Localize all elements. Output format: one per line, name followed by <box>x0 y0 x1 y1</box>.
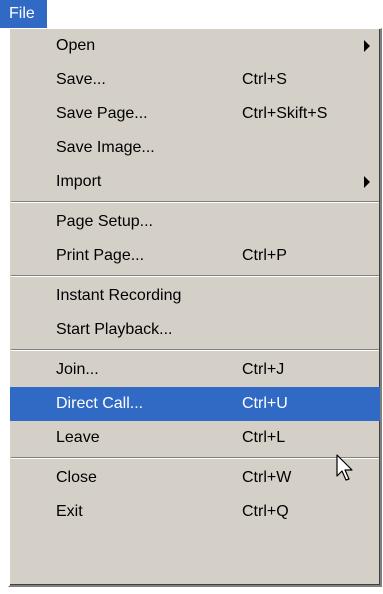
menu-item-label: Instant Recording <box>56 287 182 304</box>
menu-item-exit[interactable]: Exit Ctrl+Q <box>10 495 380 529</box>
menu-item-page-setup[interactable]: Page Setup... <box>10 205 380 239</box>
menu-item-save-page[interactable]: Save Page... Ctrl+Skift+S <box>10 97 380 131</box>
menu-item-label: Join... <box>56 361 99 378</box>
menu-item-label: Leave <box>56 429 100 446</box>
menu-item-label: Save Image... <box>56 139 155 156</box>
menu-item-print-page[interactable]: Print Page... Ctrl+P <box>10 239 380 273</box>
menu-item-leave[interactable]: Leave Ctrl+L <box>10 421 380 455</box>
menu-item-label: Page Setup... <box>56 213 153 230</box>
menu-item-label: Print Page... <box>56 247 145 264</box>
menu-item-join[interactable]: Join... Ctrl+J <box>10 353 380 387</box>
menu-item-label: Exit <box>56 503 83 520</box>
menu-item-shortcut: Ctrl+W <box>242 469 292 486</box>
file-dropdown-menu: Open Save... Ctrl+S Save Page... Ctrl+Skift+… <box>8 28 382 587</box>
submenu-arrow-icon <box>364 40 370 52</box>
file-menu-title[interactable]: File <box>0 0 47 28</box>
menu-item-close[interactable]: Close Ctrl+W <box>10 461 380 495</box>
menu-item-label: Save Page... <box>56 105 148 122</box>
menu-item-save[interactable]: Save... Ctrl+S <box>10 63 380 97</box>
menu-item-shortcut: Ctrl+S <box>242 71 287 88</box>
menu-separator <box>11 201 379 203</box>
menu-separator <box>11 349 379 351</box>
menu-item-label: Import <box>56 173 102 190</box>
menu-item-direct-call[interactable]: Direct Call... Ctrl+U <box>10 387 380 421</box>
menu-item-shortcut: Ctrl+J <box>242 361 285 378</box>
submenu-arrow-icon <box>364 176 370 188</box>
menu-item-label: Save... <box>56 71 106 88</box>
menu-item-shortcut: Ctrl+Skift+S <box>242 105 328 122</box>
menu-item-label: Close <box>56 469 97 486</box>
menu-item-label: Start Playback... <box>56 321 173 338</box>
mouse-pointer-icon <box>336 454 353 481</box>
menu-item-open[interactable]: Open <box>10 29 380 63</box>
menu-item-label: Open <box>56 37 96 54</box>
menu-item-shortcut: Ctrl+Q <box>242 503 289 520</box>
menu-item-shortcut: Ctrl+L <box>242 429 286 446</box>
menu-item-instant-recording[interactable]: Instant Recording <box>10 279 380 313</box>
menu-separator <box>11 275 379 277</box>
menu-item-import[interactable]: Import <box>10 165 380 199</box>
menu-item-shortcut: Ctrl+U <box>242 395 288 412</box>
menu-item-label: Direct Call... <box>56 395 144 412</box>
menu-item-save-image[interactable]: Save Image... <box>10 131 380 165</box>
menu-item-start-playback[interactable]: Start Playback... <box>10 313 380 347</box>
menu-item-shortcut: Ctrl+P <box>242 247 287 264</box>
menu-separator <box>11 457 379 459</box>
